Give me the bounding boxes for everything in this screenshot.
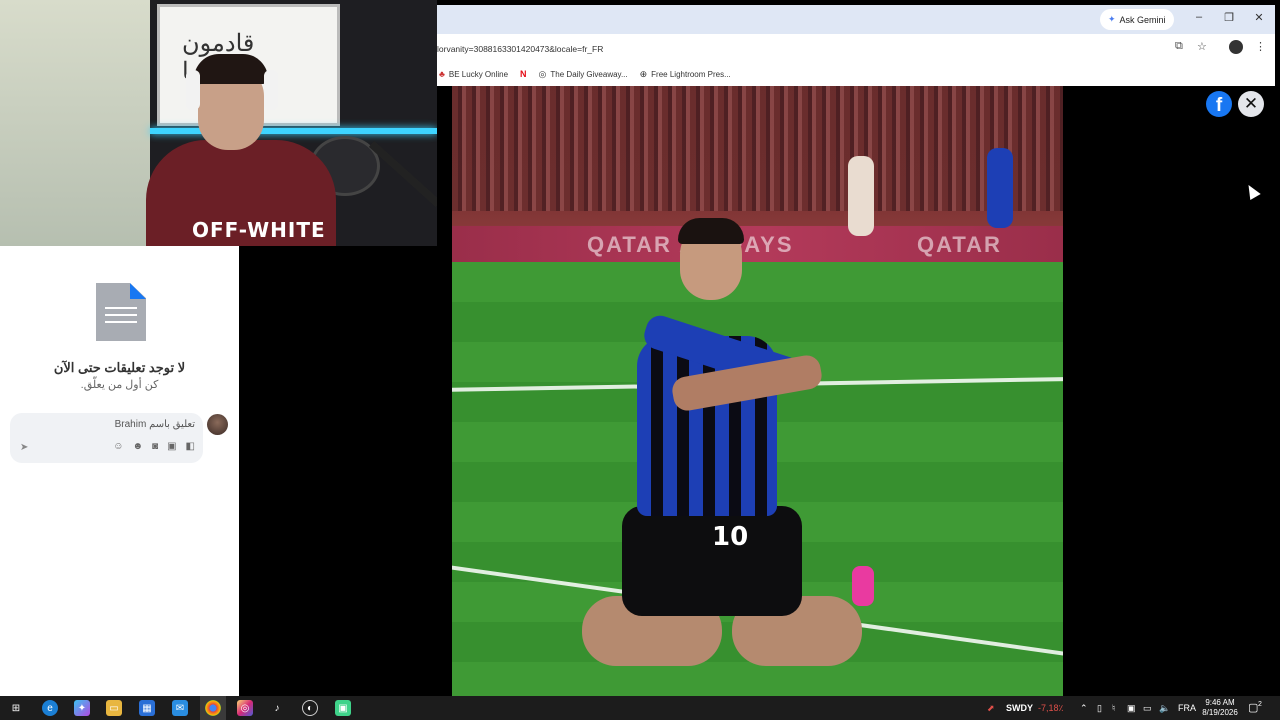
notification-count: 2 <box>1258 701 1262 708</box>
clock-date: 8/19/2026 <box>1202 708 1238 717</box>
shirt-text: OFF-WHITE <box>192 218 326 242</box>
microphone-icon[interactable]: ♮ <box>1112 696 1115 720</box>
instagram-icon[interactable]: ◎ <box>237 700 253 716</box>
taskbar: ⊞ e ✦ ▭ ▦ ✉ ◎ ♪ ◐ ▣ ⬈ SWDY -7,18٪ ⌃ ▯ ♮ … <box>0 696 1280 720</box>
bookmark-star-icon[interactable]: ☆ <box>1197 40 1207 53</box>
gemini-sparkle-icon: ✦ <box>1108 14 1116 24</box>
volume-icon[interactable]: 🔈 <box>1159 696 1170 720</box>
post-photo[interactable]: QATAR AIRWAYS QATAR AIRWAYS 10 <box>452 86 1063 696</box>
store-icon[interactable]: ▦ <box>139 700 155 716</box>
close-icon[interactable]: ✕ <box>1238 91 1264 117</box>
chevron-up-icon[interactable]: ⌃ <box>1080 696 1088 720</box>
stock-trend-icon: ⬈ <box>987 703 995 713</box>
netflix-icon: N <box>520 69 527 79</box>
be-first-subtitle: كن أول من يعلّق. <box>80 379 159 391</box>
no-comments-title: لا توجد تعليقات حتى الآن <box>53 360 186 375</box>
tiktok-icon[interactable]: ♪ <box>269 700 285 716</box>
mail-icon[interactable]: ✉ <box>172 700 188 716</box>
document-icon <box>96 283 146 341</box>
camera-icon[interactable]: ▣ <box>1127 696 1136 720</box>
stock-ticker[interactable]: SWDY <box>1006 696 1033 720</box>
file-explorer-icon[interactable]: ▭ <box>106 700 122 716</box>
app-icon[interactable]: ▣ <box>335 700 351 716</box>
avatar-sticker-icon[interactable]: ☺ <box>113 441 123 452</box>
globe-icon: ⊕ <box>639 68 648 79</box>
window-close-button[interactable]: ✕ <box>1249 11 1269 24</box>
jersey-number: 10 <box>712 522 749 552</box>
sticker-icon[interactable]: ◧ <box>186 441 195 452</box>
comments-panel: لا توجد تعليقات حتى الآن كن أول من يعلّق… <box>0 246 239 696</box>
comment-composer[interactable]: تعليق باسم Brahim ☺ ☻ ◙ ▣ ◧ ➤ <box>10 413 203 463</box>
emoji-icon[interactable]: ☻ <box>133 441 144 452</box>
bookmark-item[interactable]: ◎ The Daily Giveaway... <box>539 69 628 80</box>
more-menu-icon[interactable]: ⋮ <box>1255 40 1266 53</box>
ask-gemini-label: Ask Gemini <box>1119 14 1166 25</box>
gif-icon[interactable]: ▣ <box>167 441 176 452</box>
bookmark-item[interactable]: N <box>520 69 527 79</box>
bookmark-item[interactable]: ⊕ Free Lightroom Pres... <box>640 69 731 80</box>
composer-tools: ☺ ☻ ◙ ▣ ◧ <box>113 441 195 452</box>
browser-window: ✦ Ask Gemini – ❐ ✕ lorvanity=30881633014… <box>437 5 1275 86</box>
bookmark-favicon-icon: ♣ <box>439 69 445 79</box>
install-app-icon[interactable]: ⧉ <box>1175 40 1183 53</box>
clock-time: 9:46 AM <box>1205 698 1235 707</box>
avatar <box>207 414 228 435</box>
player-figure: 10 <box>552 216 874 696</box>
restore-button[interactable]: ❐ <box>1219 11 1239 24</box>
send-icon[interactable]: ➤ <box>20 442 28 453</box>
stock-change: -7,18٪ <box>1038 703 1064 713</box>
streamer: OFF-WHITE <box>146 40 336 246</box>
tray-icon[interactable]: ▯ <box>1097 696 1102 720</box>
chrome-icon[interactable] <box>205 700 221 716</box>
facebook-logo-icon[interactable]: f <box>1206 91 1232 117</box>
bookmark-favicon-icon: ◎ <box>538 68 547 79</box>
background-player <box>987 148 1013 228</box>
comment-input[interactable]: تعليق باسم Brahim <box>115 419 195 430</box>
ask-gemini-button[interactable]: ✦ Ask Gemini <box>1100 9 1174 30</box>
clock[interactable]: 9:46 AM 8/19/2026 <box>1200 698 1240 718</box>
windows-start-icon[interactable]: ⊞ <box>8 700 24 716</box>
address-bar[interactable]: lorvanity=3088163301420473&locale=fr_FR <box>437 38 1167 60</box>
bookmarks-bar: ♣ BE Lucky Online N ◎ The Daily Giveaway… <box>437 64 1275 84</box>
notifications-icon[interactable]: ▢ <box>1248 696 1258 720</box>
minimize-button[interactable]: – <box>1189 11 1209 23</box>
language-indicator[interactable]: FRA <box>1178 696 1196 720</box>
copilot-icon[interactable]: ✦ <box>74 700 90 716</box>
profile-avatar[interactable] <box>1229 40 1243 54</box>
webcam-overlay: قادمون بالأوروبا OFF-WHITE <box>0 0 437 246</box>
camera-icon[interactable]: ◙ <box>152 441 158 452</box>
network-icon[interactable]: ▭ <box>1143 696 1152 720</box>
bookmark-item[interactable]: ♣ BE Lucky Online <box>439 69 508 79</box>
edge-icon[interactable]: e <box>42 700 58 716</box>
stadium-crowd <box>452 86 1063 211</box>
obs-icon[interactable]: ◐ <box>302 700 318 716</box>
screen: QATAR AIRWAYS QATAR AIRWAYS 10 f ✕ ✦ <box>0 0 1280 720</box>
